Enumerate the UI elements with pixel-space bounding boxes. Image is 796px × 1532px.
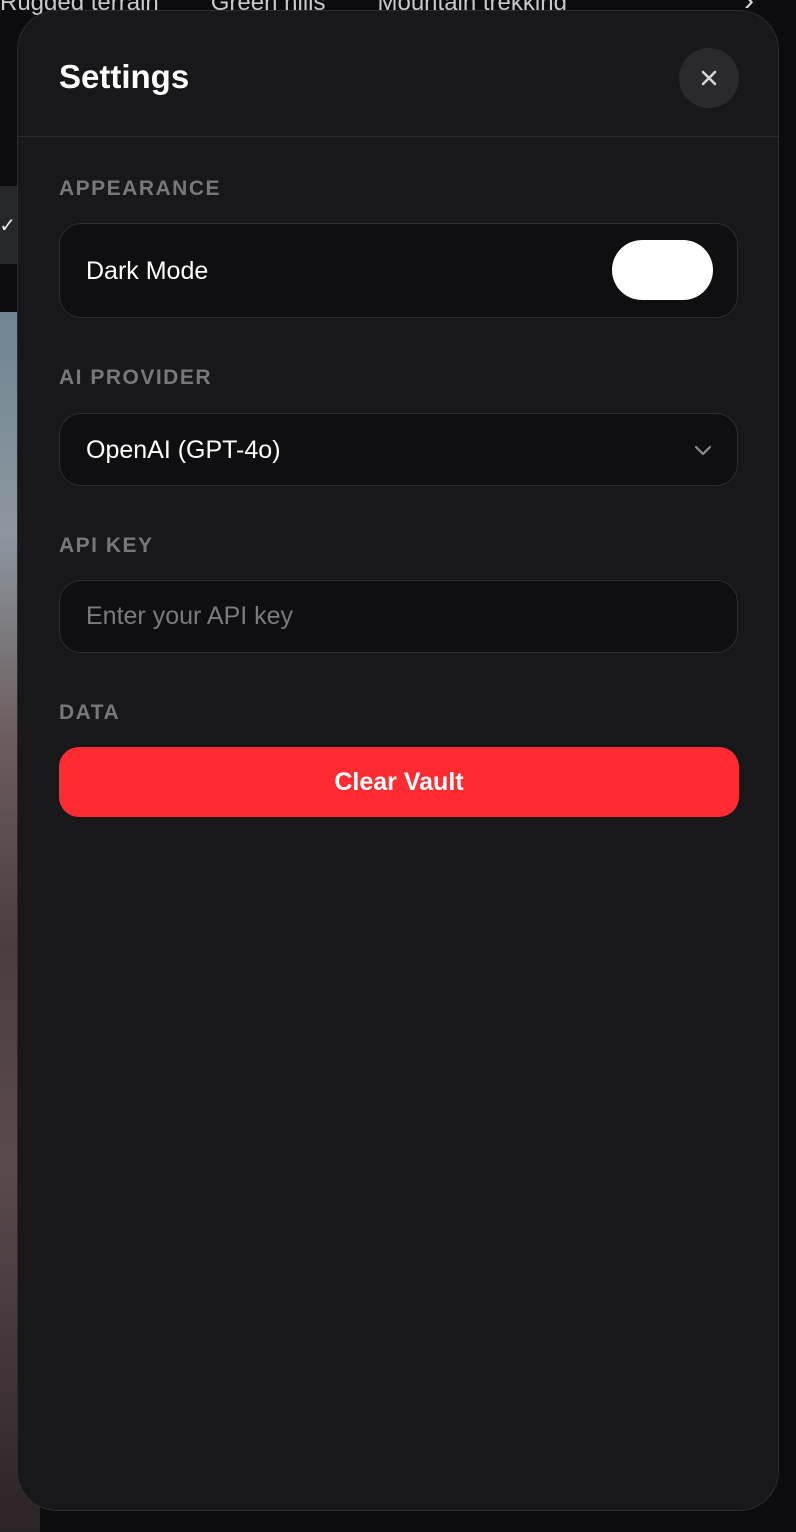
api-key-field [59,580,738,653]
modal-title: Settings [59,58,190,95]
modal-header: Settings [18,11,778,137]
close-button[interactable] [679,48,739,108]
settings-modal: Settings APPEARANCE Dark Mode AI PROVIDE… [17,10,779,1511]
dark-mode-row: Dark Mode [59,223,738,318]
ai-provider-selected-value: OpenAI (GPT-4o) [86,436,281,464]
section-label-api-key: API KEY [59,534,154,557]
api-key-input[interactable] [60,581,737,652]
clear-vault-button[interactable]: Clear Vault [59,747,739,817]
section-label-appearance: APPEARANCE [59,177,222,200]
section-label-data: DATA [59,701,121,724]
dark-mode-label: Dark Mode [86,257,209,285]
ai-provider-select[interactable]: OpenAI (GPT-4o) [59,413,738,486]
chevron-down-icon [694,445,712,456]
check-icon: ✓ [0,214,16,237]
dark-mode-toggle[interactable] [612,240,713,300]
close-icon [701,70,717,86]
section-label-ai-provider: AI PROVIDER [59,366,213,389]
